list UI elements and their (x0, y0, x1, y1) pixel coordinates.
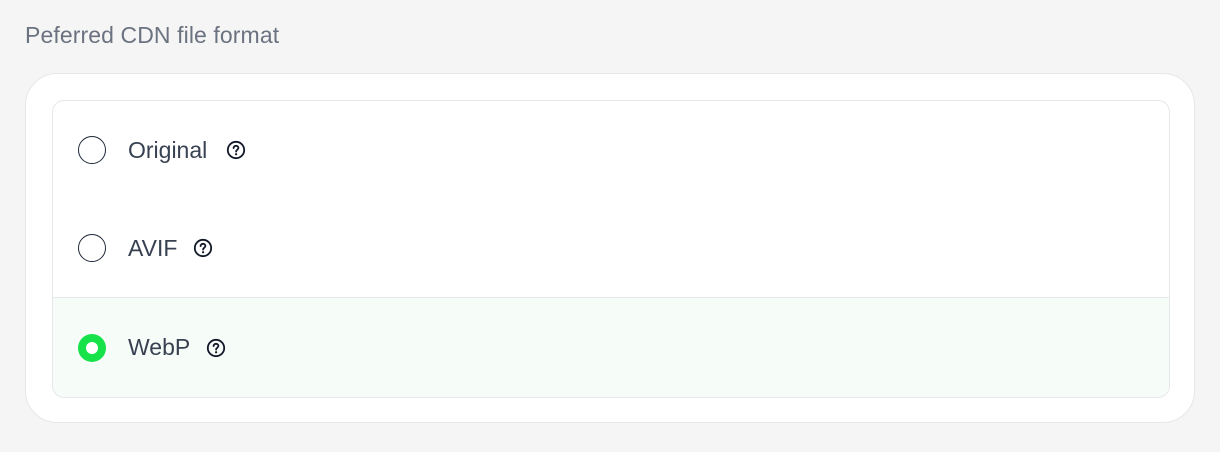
format-radio-group: Original AVIF WebP (52, 100, 1170, 398)
option-webp[interactable]: WebP (53, 297, 1169, 397)
option-avif[interactable]: AVIF (53, 199, 1169, 297)
option-avif-label: AVIF (128, 234, 178, 261)
option-original[interactable]: Original (53, 101, 1169, 199)
help-circle-icon[interactable] (193, 238, 213, 258)
radio-avif[interactable] (78, 234, 106, 262)
radio-webp[interactable] (78, 333, 106, 362)
section-title: Peferred CDN file format (25, 22, 280, 48)
option-webp-label: WebP (128, 334, 191, 360)
help-circle-icon[interactable] (206, 338, 226, 358)
option-original-label: Original (128, 136, 208, 163)
radio-original[interactable] (78, 136, 106, 164)
file-format-card: Original AVIF WebP (25, 73, 1195, 423)
help-circle-icon[interactable] (226, 140, 246, 160)
